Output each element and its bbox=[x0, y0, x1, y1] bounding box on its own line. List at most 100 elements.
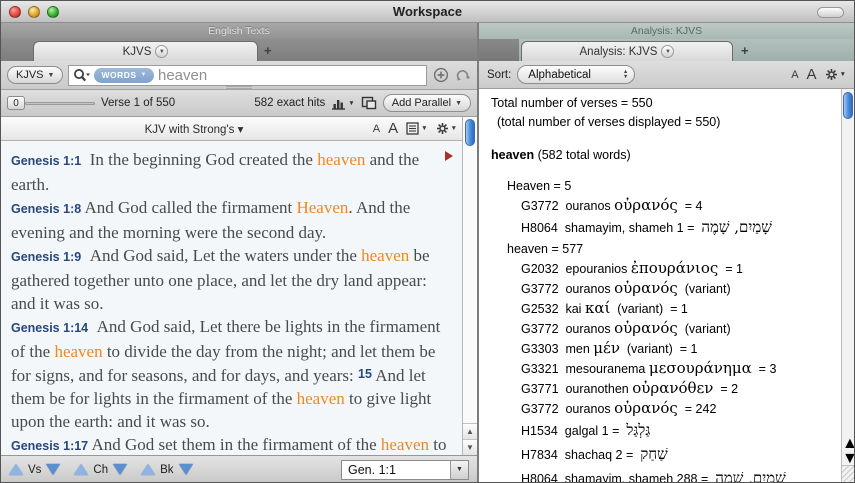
analysis-row[interactable]: Heaven = 5 bbox=[491, 177, 837, 196]
verse-nav-bar: Vs Ch Bk Gen. 1:1 ▼ bbox=[1, 455, 477, 483]
analysis-row[interactable]: H8064 shamayim, shameh שָׁמַיִם, שָׁמֶה … bbox=[491, 216, 837, 240]
toolbar-toggle-button[interactable] bbox=[817, 7, 844, 18]
left-scrollbar-thumb[interactable] bbox=[465, 119, 475, 146]
bar-chart-icon bbox=[331, 96, 346, 110]
next-verse-button[interactable] bbox=[46, 464, 60, 475]
prev-verse-button[interactable] bbox=[9, 464, 23, 475]
left-tab-bar: KJVS ▼ + bbox=[1, 39, 477, 61]
variant-note: (variant) bbox=[627, 342, 673, 356]
text-pane-header: KJV with Strong's ▾ A A ▼ bbox=[1, 117, 477, 141]
original-language-word: καί bbox=[585, 299, 610, 317]
decrease-font-button[interactable]: A bbox=[373, 123, 380, 135]
text-version-selector[interactable]: KJV with Strong's ▾ bbox=[1, 122, 387, 136]
details-window-icon bbox=[361, 96, 377, 110]
close-window-button[interactable] bbox=[9, 6, 21, 18]
verse-reference[interactable]: Genesis 1:9 bbox=[11, 250, 81, 264]
left-scrollbar[interactable]: ▲ ▼ bbox=[462, 117, 477, 455]
verse-text-area[interactable]: Genesis 1:1 In the beginning God created… bbox=[1, 141, 477, 455]
next-chapter-button[interactable] bbox=[113, 464, 127, 475]
hits-graph-button[interactable]: ▼ bbox=[331, 96, 354, 110]
title-bar[interactable]: Workspace bbox=[1, 1, 854, 23]
search-icon[interactable] bbox=[73, 68, 90, 83]
left-group-header[interactable]: English Texts bbox=[1, 23, 477, 39]
verse-row[interactable]: Genesis 1:9 And God said, Let the waters… bbox=[11, 244, 447, 315]
verse-slider-track[interactable] bbox=[25, 102, 95, 105]
analysis-row[interactable]: H1534 galgal גַּלְגַּל = 1 bbox=[491, 419, 837, 443]
analysis-row[interactable]: G3772 ouranos οὐρανός (variant) bbox=[491, 279, 837, 299]
analysis-text-area[interactable]: Total number of verses = 550 (total numb… bbox=[479, 89, 841, 483]
zoom-window-button[interactable] bbox=[47, 6, 59, 18]
analysis-row[interactable]: G3772 ouranos οὐρανός (variant) bbox=[491, 319, 837, 339]
search-input[interactable]: WORDS ▼ heaven bbox=[68, 65, 427, 86]
transliteration: ouranos bbox=[565, 199, 610, 213]
add-parallel-button[interactable]: Add Parallel ▼ bbox=[383, 94, 471, 112]
go-to-reference-combo[interactable]: Gen. 1:1 ▼ bbox=[341, 460, 469, 480]
verse-row[interactable]: Genesis 1:17 And God set them in the fir… bbox=[11, 433, 447, 455]
analysis-row[interactable]: G2032 epouranios ἐπουράνιος = 1 bbox=[491, 259, 837, 279]
resize-grip[interactable] bbox=[842, 465, 854, 483]
scroll-up-button[interactable]: ▲ bbox=[463, 423, 477, 439]
analysis-row[interactable]: G2532 kai καί (variant) = 1 bbox=[491, 299, 837, 319]
right-scrollbar[interactable]: ▲ ▼ bbox=[841, 89, 854, 483]
minimize-window-button[interactable] bbox=[28, 6, 40, 18]
scroll-up-button[interactable]: ▲ bbox=[842, 435, 854, 450]
chevron-down-icon: ▼ bbox=[348, 100, 354, 107]
increase-font-button[interactable]: A bbox=[388, 120, 398, 137]
prev-book-button[interactable] bbox=[141, 464, 155, 475]
scroll-down-button[interactable]: ▼ bbox=[842, 450, 854, 465]
module-select-button[interactable]: KJVS ▼ bbox=[7, 66, 63, 84]
right-scrollbar-thumb[interactable] bbox=[843, 92, 853, 119]
tab-kjvs[interactable]: KJVS ▼ bbox=[33, 41, 258, 61]
chevron-down-icon: ▼ bbox=[141, 72, 147, 78]
module-select-label: KJVS bbox=[16, 69, 44, 81]
new-tab-button[interactable]: + bbox=[741, 39, 749, 61]
hit-count: = 288 bbox=[677, 472, 709, 483]
original-language-word: גַּלְגַּל bbox=[626, 421, 650, 439]
gear-menu-button[interactable]: ▼ bbox=[436, 122, 457, 135]
reference-dropdown-button[interactable]: ▼ bbox=[450, 461, 468, 479]
next-book-button[interactable] bbox=[179, 464, 193, 475]
analysis-row[interactable]: heaven = 577 bbox=[491, 240, 837, 259]
search-scope-pill[interactable]: WORDS ▼ bbox=[94, 68, 154, 83]
tab-menu-icon[interactable]: ▼ bbox=[155, 45, 168, 58]
prev-chapter-button[interactable] bbox=[74, 464, 88, 475]
analysis-row[interactable]: G3772 ouranos οὐρανός = 242 bbox=[491, 399, 837, 419]
sort-popup[interactable]: Alphabetical ▲▼ bbox=[517, 65, 635, 84]
verse-row[interactable]: Genesis 1:8 And God called the firmament… bbox=[11, 196, 447, 244]
decrease-font-button[interactable]: A bbox=[791, 69, 798, 81]
search-hit-word: heaven bbox=[381, 435, 429, 454]
gear-menu-button[interactable]: ▼ bbox=[825, 68, 846, 81]
verse-row[interactable]: Genesis 1:1 In the beginning God created… bbox=[11, 148, 447, 196]
increase-font-button[interactable]: A bbox=[807, 66, 817, 83]
transliteration: men bbox=[565, 342, 589, 356]
tab-analysis[interactable]: Analysis: KJVS ▼ bbox=[521, 41, 733, 61]
verse-reference[interactable]: Genesis 1:14 bbox=[11, 321, 88, 335]
add-criteria-button[interactable] bbox=[432, 67, 449, 84]
analysis-row[interactable]: G3321 mesouranema μεσουράνημα = 3 bbox=[491, 359, 837, 379]
new-tab-label: + bbox=[264, 43, 272, 58]
verse-reference[interactable]: Genesis 1:17 bbox=[11, 439, 88, 453]
strongs-key: G3321 bbox=[521, 362, 559, 376]
new-tab-button[interactable]: + bbox=[264, 39, 272, 61]
verse-reference[interactable]: Genesis 1:8 bbox=[11, 202, 81, 216]
verse-row[interactable]: Genesis 1:14 And God said, Let there be … bbox=[11, 315, 447, 433]
analysis-row[interactable]: H8064 shamayim, shameh שָׁמַיִם, שָׁמֶה … bbox=[491, 467, 837, 483]
analysis-row[interactable]: G3303 men μέν (variant) = 1 bbox=[491, 339, 837, 359]
verse-slider[interactable]: 0 bbox=[7, 96, 95, 110]
scroll-down-button[interactable]: ▼ bbox=[463, 439, 477, 455]
chevron-down-icon: ▼ bbox=[455, 100, 462, 107]
display-settings-button[interactable]: ▼ bbox=[406, 122, 427, 135]
analysis-row[interactable]: G3771 ouranothen οὐρανόθεν = 2 bbox=[491, 379, 837, 399]
pane-splitter-handle[interactable] bbox=[226, 86, 252, 89]
analysis-row[interactable]: G3772 ouranos οὐρανός = 4 bbox=[491, 196, 837, 216]
update-search-icon[interactable] bbox=[454, 67, 471, 84]
sort-label: Sort: bbox=[487, 69, 511, 81]
details-workspace-button[interactable] bbox=[361, 96, 377, 110]
transliteration: shamayim, shameh bbox=[565, 472, 673, 483]
verse-reference[interactable]: Genesis 1:1 bbox=[11, 154, 81, 168]
verse-slider-thumb[interactable]: 0 bbox=[7, 96, 25, 110]
transliteration: ouranos bbox=[565, 322, 610, 336]
right-group-header[interactable]: Analysis: KJVS bbox=[479, 23, 854, 39]
tab-menu-icon[interactable]: ▼ bbox=[661, 45, 674, 58]
analysis-row[interactable]: H7834 shachaq שַׁחַק = 2 bbox=[491, 443, 837, 467]
